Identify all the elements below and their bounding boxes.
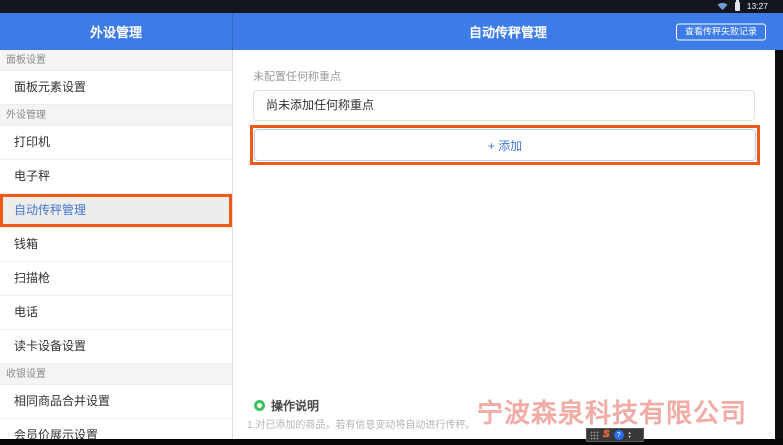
remote-control-toolbar[interactable]: S ? ▲ ▼	[586, 428, 644, 442]
sidebar-item-printer[interactable]: 打印机	[0, 126, 232, 160]
battery-icon	[735, 2, 740, 11]
sidebar-item-panel-elements[interactable]: 面板元素设置	[0, 71, 232, 105]
sidebar-section-peripherals: 外设管理	[0, 105, 232, 126]
empty-weigh-point-box: 尚未添加任何称重点	[253, 90, 755, 121]
highlight-box: + 添加	[250, 125, 760, 165]
sidebar-item-merge-same-goods[interactable]: 相同商品合并设置	[0, 385, 232, 419]
sidebar-header: 外设管理	[0, 13, 233, 50]
sidebar-item-phone[interactable]: 电话	[0, 296, 232, 330]
sidebar-item-electronic-scale[interactable]: 电子秤	[0, 160, 232, 194]
sidebar: 面板设置 面板元素设置 外设管理 打印机 电子秤 自动传秤管理 钱箱 扫描枪 电…	[0, 50, 233, 445]
sidebar-section-cashier-settings: 收银设置	[0, 364, 232, 385]
empty-state-label: 未配置任何称重点	[253, 68, 341, 84]
info-icon	[254, 400, 265, 411]
view-weigh-fail-records-button[interactable]: 查看传秤失败记录	[676, 23, 766, 40]
sidebar-title: 外设管理	[90, 22, 142, 41]
sunlogin-icon[interactable]: S	[603, 429, 610, 441]
app-screen: 13:27 外设管理 自动传秤管理 查看传秤失败记录 面板设置 面板元素设置 外…	[0, 0, 783, 445]
page-title: 自动传秤管理	[469, 22, 547, 41]
app-header: 外设管理 自动传秤管理 查看传秤失败记录	[0, 13, 783, 50]
main-header: 自动传秤管理 查看传秤失败记录	[233, 13, 783, 50]
instructions-title: 操作说明	[271, 397, 319, 414]
sidebar-item-card-reader-settings[interactable]: 读卡设备设置	[0, 330, 232, 364]
right-edge-bar	[775, 50, 783, 445]
help-icon[interactable]: ?	[614, 430, 624, 440]
status-time: 13:27	[747, 0, 768, 13]
main-content: 未配置任何称重点 尚未添加任何称重点 + 添加 操作说明 1.对已添加的商品，若…	[234, 50, 783, 445]
instructions-line: 1.对已添加的商品，若有信息变动将自动进行传秤。	[247, 416, 475, 431]
bottom-edge-bar	[0, 439, 783, 445]
sidebar-section-panel-settings: 面板设置	[0, 50, 232, 71]
add-button[interactable]: + 添加	[254, 129, 756, 161]
status-bar: 13:27	[0, 0, 783, 13]
company-watermark: 宁波森泉科技有限公司	[477, 393, 747, 430]
collapse-arrows-icon[interactable]: ▲ ▼	[628, 431, 632, 439]
wifi-icon	[717, 2, 728, 11]
instructions-header: 操作说明	[254, 397, 319, 414]
sidebar-item-cash-drawer[interactable]: 钱箱	[0, 228, 232, 262]
sidebar-item-barcode-scanner[interactable]: 扫描枪	[0, 262, 232, 296]
arrow-down-icon[interactable]: ▼	[628, 435, 632, 439]
sidebar-item-auto-weigh-management[interactable]: 自动传秤管理	[0, 194, 232, 228]
grip-handle-icon[interactable]	[590, 431, 599, 440]
